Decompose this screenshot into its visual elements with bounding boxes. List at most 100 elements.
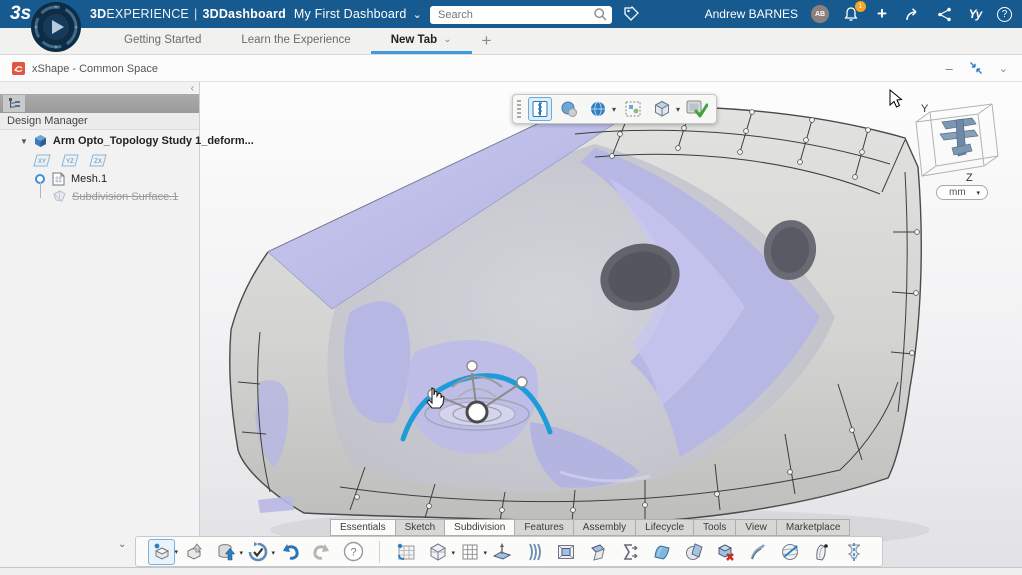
mesh-grid-button[interactable]: ▾ <box>456 539 487 565</box>
tree-item-subdivision-surface[interactable]: Subdivision Surface.1 <box>52 190 178 203</box>
tab-chevron-icon[interactable]: ⌄ <box>443 34 451 45</box>
app-header: xShape - Common Space – ⌄ <box>0 55 1022 82</box>
globe-render-mode-icon[interactable] <box>586 97 610 121</box>
axis-label-z: Z <box>966 172 973 184</box>
plane-zx-icon[interactable]: ZX <box>89 154 107 167</box>
ribbon-tab-tools[interactable]: Tools <box>693 519 736 536</box>
search-icon[interactable] <box>593 7 608 22</box>
update-button[interactable]: ▾ <box>244 539 275 565</box>
save-data-button[interactable]: ▾ <box>212 539 243 565</box>
dashboard-name[interactable]: My First Dashboard <box>294 7 407 21</box>
plane-yz-icon[interactable]: YZ <box>61 154 79 167</box>
expand-arrow-icon[interactable]: ▼ <box>20 137 28 146</box>
cube-dropdown-caret-icon[interactable]: ▾ <box>676 105 680 114</box>
topbar-right-cluster: Andrew BARNES AB 1 + Yy ? <box>705 0 1012 28</box>
ribbon-tab-lifecycle[interactable]: Lifecycle <box>635 519 694 536</box>
share-nodes-icon[interactable] <box>935 5 953 23</box>
tab-getting-started[interactable]: Getting Started <box>104 28 221 54</box>
styling-curve-button[interactable] <box>744 539 771 565</box>
trim-by-plane-button[interactable] <box>680 539 707 565</box>
axis-label-y: Y <box>921 103 929 115</box>
cube-view-mode-icon[interactable] <box>650 97 674 121</box>
tree-item-mesh[interactable]: Mesh.1 <box>34 172 107 186</box>
project-on-sphere-button[interactable] <box>776 539 803 565</box>
action-bar-chevron-icon[interactable]: ⌄ <box>118 539 126 550</box>
collapse-icon[interactable] <box>969 61 983 75</box>
tab-learn-the-experience[interactable]: Learn the Experience <box>221 28 370 54</box>
multi-section-surface-button[interactable] <box>520 539 547 565</box>
tree-view-icon[interactable] <box>3 95 25 112</box>
import-content-button[interactable] <box>180 539 207 565</box>
xshape-app-icon <box>12 62 25 75</box>
action-bar: ▾ ▾ ▾ ? ▾ ▾ <box>135 536 883 567</box>
notification-badge: 1 <box>855 1 866 12</box>
toolbar-grip-handle[interactable] <box>517 100 521 118</box>
subdivision-surface-icon <box>53 190 66 202</box>
app-name: 3DDashboard <box>202 7 286 21</box>
ribbon-tab-features[interactable]: Features <box>514 519 573 536</box>
panel-collapse-icon[interactable]: ‹ <box>191 83 194 94</box>
ribbon-tab-essentials[interactable]: Essentials <box>330 519 395 536</box>
ribbon-tab-subdivision[interactable]: Subdivision <box>444 519 515 536</box>
dashboard-chevron-icon[interactable]: ⌄ <box>413 9 422 21</box>
help-button[interactable]: ? <box>340 539 367 565</box>
model-canvas[interactable]: Y Z <box>200 82 1022 567</box>
compass-logo[interactable] <box>30 1 82 53</box>
search-input[interactable] <box>430 6 612 24</box>
svg-text:YZ: YZ <box>66 159 74 165</box>
bevel-face-button[interactable] <box>584 539 611 565</box>
ribbon-tab-assembly[interactable]: Assembly <box>572 519 636 536</box>
view-toolbar: ▾ ▾ <box>512 94 718 124</box>
pointer-cursor <box>889 88 903 108</box>
globe-dropdown-caret-icon[interactable]: ▾ <box>612 105 616 114</box>
part-cube-icon <box>34 135 46 147</box>
symmetry-button[interactable] <box>840 539 867 565</box>
units-dropdown[interactable]: mm ▾ <box>936 185 988 200</box>
3dswym-icon[interactable]: Yy <box>966 5 984 23</box>
ribbon-tab-marketplace[interactable]: Marketplace <box>775 519 851 536</box>
bottom-strip <box>0 567 1022 575</box>
minimize-icon[interactable]: – <box>946 61 953 76</box>
share-arrow-icon[interactable] <box>904 5 922 23</box>
redo-button[interactable] <box>308 539 335 565</box>
add-tab-button[interactable]: + <box>472 28 502 54</box>
help-icon[interactable]: ? <box>997 6 1012 22</box>
brand-experience: EXPERIENCE <box>106 7 189 21</box>
add-content-icon[interactable]: + <box>873 5 891 23</box>
mesh-doc-icon <box>52 172 65 186</box>
tab-new-tab[interactable]: New Tab ⌄ <box>370 28 472 54</box>
user-name[interactable]: Andrew BARNES <box>705 7 798 21</box>
3ds-logo[interactable]: 3s <box>10 3 31 25</box>
shaded-sphere-style-icon[interactable] <box>557 97 581 121</box>
fill-surface-button[interactable] <box>648 539 675 565</box>
svg-text:ZX: ZX <box>94 159 102 165</box>
3dexperience-window: 3s 3DEXPERIENCE | 3DDashboard My First Dash… <box>0 0 1022 575</box>
tag-icon[interactable] <box>622 5 640 23</box>
section-zipper-tool-icon[interactable] <box>528 97 552 121</box>
plane-xy-icon[interactable]: XY <box>33 154 51 167</box>
extrude-face-button[interactable] <box>488 539 515 565</box>
new-content-button[interactable]: ▾ <box>148 538 178 565</box>
notifications-bell-icon[interactable]: 1 <box>842 1 866 23</box>
units-value: mm <box>949 187 966 198</box>
validate-ok-icon[interactable] <box>685 97 709 121</box>
undo-button[interactable] <box>276 539 303 565</box>
custom-render-style-icon[interactable] <box>621 97 645 121</box>
widget-menu-chevron-icon[interactable]: ⌄ <box>999 62 1008 75</box>
offset-surface-button[interactable] <box>808 539 835 565</box>
ribbon-tab-bar: Essentials Sketch Subdivision Features A… <box>330 519 851 536</box>
align-edges-button[interactable] <box>616 539 643 565</box>
brand-separator: | <box>193 7 198 21</box>
units-caret-icon[interactable]: ▾ <box>976 189 987 197</box>
frame-inset-button[interactable] <box>552 539 579 565</box>
viewport-3d[interactable]: Y Z ▾ ▾ mm ▾ <box>200 82 1022 567</box>
subdivision-surface-button[interactable] <box>392 539 419 565</box>
ribbon-tab-sketch[interactable]: Sketch <box>394 519 445 536</box>
primitive-shape-button[interactable]: ▾ <box>424 539 455 565</box>
widget-controls: – ⌄ <box>946 59 1008 77</box>
user-avatar[interactable]: AB <box>811 5 829 23</box>
delete-face-button[interactable] <box>712 539 739 565</box>
ribbon-tab-view[interactable]: View <box>735 519 776 536</box>
tree-root-item[interactable]: ▼ Arm Opto_Topology Study 1_deform... <box>20 134 254 148</box>
tree-connector-line <box>40 182 41 198</box>
